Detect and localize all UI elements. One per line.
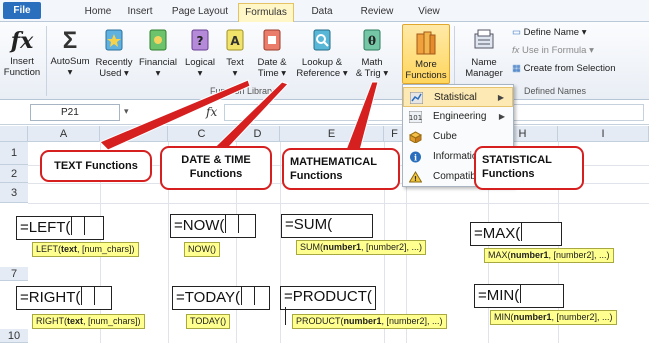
tip-min-name: MIN( [494, 312, 514, 322]
callout-text-functions: TEXT Functions [40, 150, 152, 182]
menu-item-engineering[interactable]: 101 Engineering ▶ [403, 107, 513, 127]
callout-mathematical-functions: MATHEMATICAL Functions [282, 148, 400, 190]
tip-left-name: LEFT( [36, 244, 62, 254]
formula-sum-text: =SUM( [285, 216, 333, 233]
text-cursor [520, 285, 534, 303]
information-icon: i [410, 151, 421, 163]
tip-sum-name: SUM( [300, 242, 323, 252]
tooltip-left: LEFT(text, [num_chars]) [32, 242, 139, 257]
svg-text:101: 101 [409, 114, 422, 122]
statistical-icon [410, 92, 423, 104]
callout-date-time-line-2: Functions [189, 168, 243, 180]
tooltip-now: NOW() [184, 242, 220, 257]
tip-today-name: TODAY() [190, 316, 227, 326]
tip-min-arg: number1 [513, 312, 552, 322]
callout-stat-line-1: STATISTICAL [482, 154, 552, 166]
formula-left-text: =LEFT( [20, 219, 71, 236]
text-cursor [285, 307, 289, 325]
tip-right-arg: text [67, 316, 84, 326]
menu-item-statistical[interactable]: Statistical ▶ [403, 87, 513, 107]
callout-math-line-1: MATHEMATICAL [290, 156, 377, 168]
tip-sum-rest: , [number2], ...) [361, 242, 423, 252]
submenu-arrow-icon: ▶ [497, 93, 504, 102]
cube-icon [409, 131, 422, 143]
formula-right-text: =RIGHT( [20, 289, 81, 306]
formula-cell-min[interactable]: =MIN( [474, 284, 564, 308]
formula-cell-now[interactable]: =NOW( [170, 214, 256, 238]
callout-stat-line-2: Functions [482, 168, 535, 180]
tip-max-rest: , [number2], ...) [548, 250, 610, 260]
formula-now-text: =NOW( [174, 217, 225, 234]
text-cursor [521, 223, 535, 241]
tooltip-min: MIN(number1, [number2], ...) [490, 310, 617, 325]
tooltip-today: TODAY() [186, 314, 231, 329]
formula-min-text: =MIN( [478, 287, 520, 304]
formula-max-text: =MAX( [474, 225, 521, 242]
tip-product-arg: number1 [343, 316, 382, 326]
tip-right-name: RIGHT( [36, 316, 67, 326]
formula-cell-product[interactable]: =PRODUCT( [280, 286, 376, 325]
text-cursor [241, 287, 256, 305]
text-cursor [225, 215, 240, 233]
tooltip-product: PRODUCT(number1, [number2], ...) [292, 314, 447, 329]
svg-text:i: i [414, 153, 417, 163]
tooltip-max: MAX(number1, [number2], ...) [484, 248, 614, 263]
formula-cell-left[interactable]: =LEFT( [16, 216, 104, 240]
tooltip-sum: SUM(number1, [number2], ...) [296, 240, 427, 255]
tip-sum-arg: number1 [323, 242, 362, 252]
tip-product-name: PRODUCT( [296, 316, 344, 326]
tooltip-right: RIGHT(text, [num_chars]) [32, 314, 145, 329]
submenu-arrow-icon: ▶ [498, 112, 505, 121]
tip-product-rest: , [number2], ...) [381, 316, 443, 326]
formula-cell-right[interactable]: =RIGHT( [16, 286, 112, 310]
menu-item-cube[interactable]: Cube [403, 127, 513, 147]
callout-math-line-2: Functions [290, 170, 343, 182]
menu-item-cube-label: Cube [433, 131, 457, 142]
tip-left-arg: text [61, 244, 78, 254]
callout-date-time-functions: DATE & TIME Functions [160, 146, 272, 190]
engineering-icon: 101 [409, 111, 422, 123]
pointer-math [345, 81, 379, 151]
tip-min-rest: , [number2], ...) [551, 312, 613, 322]
tip-right-rest: , [num_chars]) [83, 316, 141, 326]
compatibility-icon: ! [409, 171, 422, 183]
tip-left-rest: , [num_chars]) [77, 244, 135, 254]
tip-max-name: MAX( [488, 250, 511, 260]
formula-cell-today[interactable]: =TODAY( [172, 286, 270, 310]
formula-today-text: =TODAY( [176, 289, 241, 306]
tip-max-arg: number1 [510, 250, 549, 260]
menu-item-statistical-label: Statistical [434, 92, 477, 103]
formula-cell-sum[interactable]: =SUM( [281, 214, 373, 238]
formula-product-text: =PRODUCT( [284, 288, 372, 305]
text-cursor [81, 287, 96, 305]
text-cursor [71, 217, 86, 235]
menu-item-engineering-label: Engineering [433, 111, 487, 122]
callout-statistical-functions: STATISTICAL Functions [474, 146, 584, 190]
formula-cell-max[interactable]: =MAX( [470, 222, 562, 246]
svg-text:!: ! [414, 175, 417, 183]
tip-now-name: NOW() [188, 244, 216, 254]
callout-date-time-line-1: DATE & TIME [181, 154, 251, 166]
